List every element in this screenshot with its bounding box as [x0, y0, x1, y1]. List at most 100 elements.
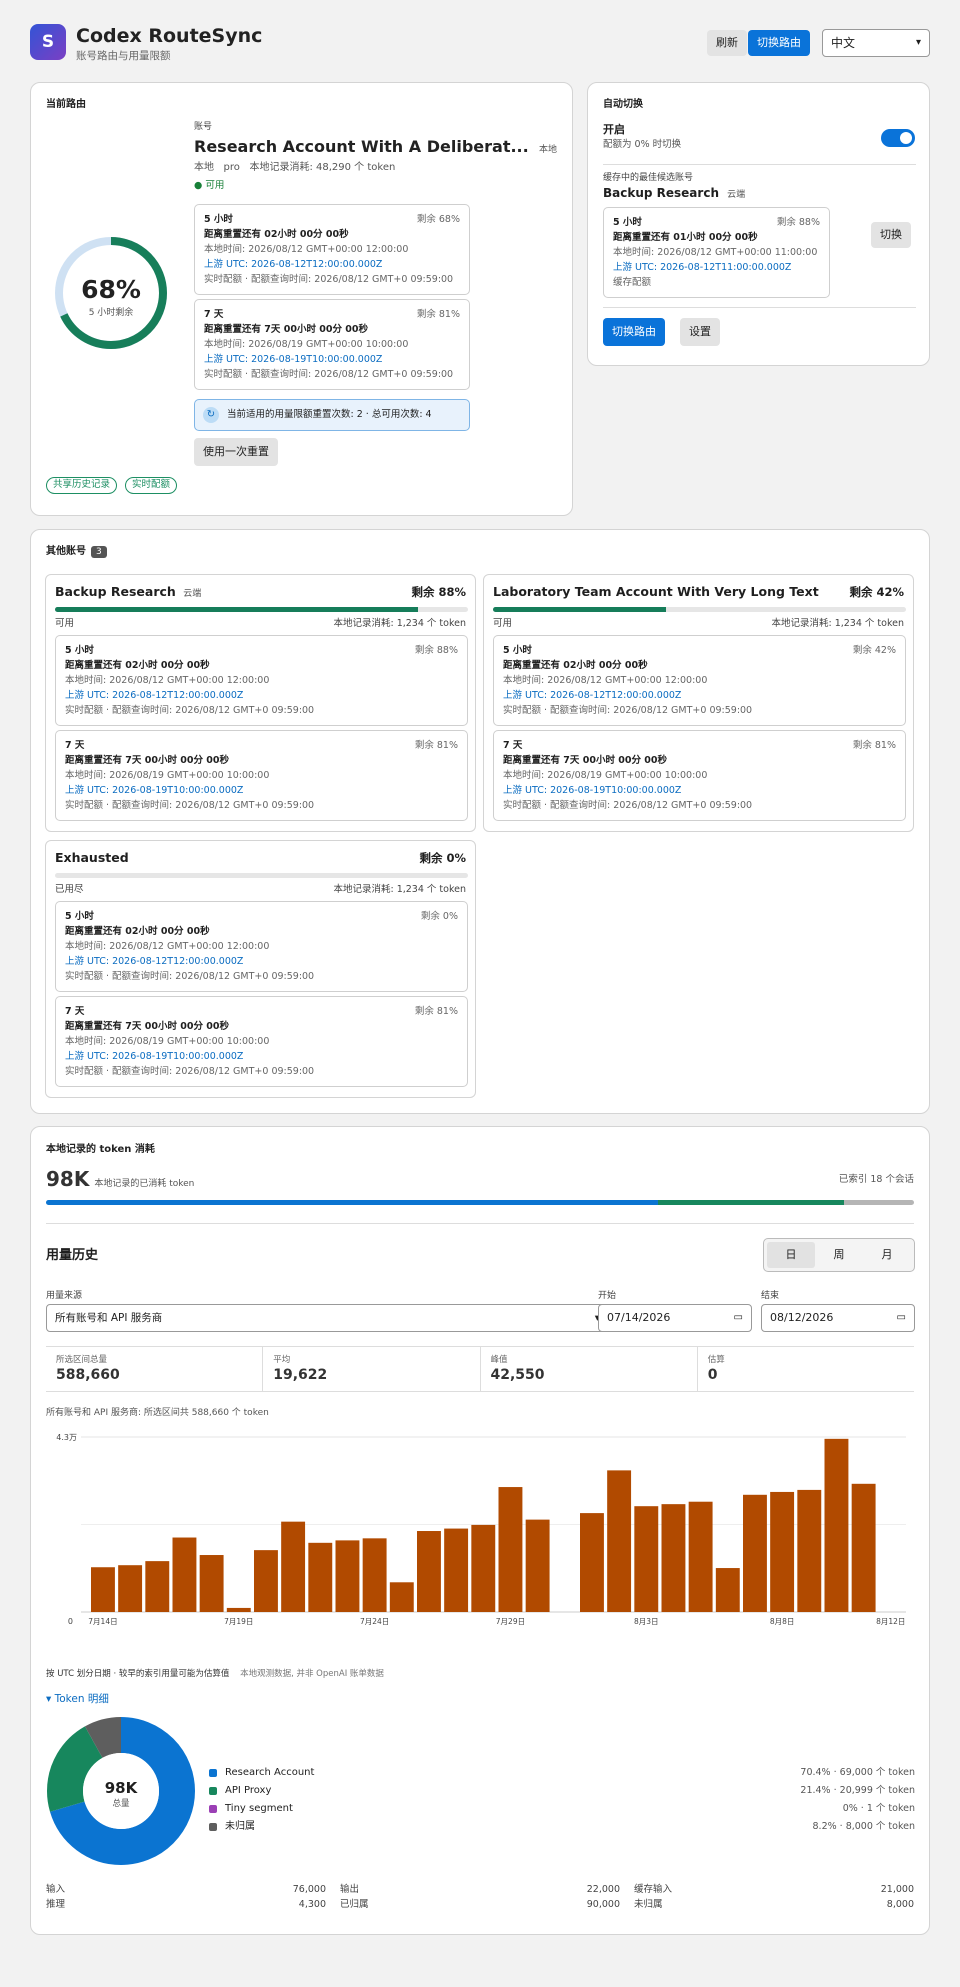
- window-name: 7 天: [503, 740, 523, 751]
- window-remaining: 剩余 81%: [416, 309, 460, 320]
- divider: [603, 164, 916, 165]
- auto-switch-toggle[interactable]: [881, 129, 915, 147]
- source-select[interactable]: 所有账号和 API 服务商 ▾: [46, 1304, 609, 1332]
- x-tick-label: 7月14日: [88, 1617, 117, 1626]
- account-progress: [55, 607, 468, 612]
- stat-value: 19,622: [273, 1367, 328, 1384]
- chart-bar: [91, 1567, 115, 1612]
- account-window-5h: 5 小时 剩余 88% 距离重置还有 02小时 00分 00秒 本地时间: 202…: [55, 635, 468, 726]
- divider: [603, 307, 916, 308]
- legend-name: Tiny segment: [225, 1803, 293, 1815]
- stat-value: 588,660: [56, 1367, 120, 1384]
- stat-average: 平均 19,622: [263, 1346, 481, 1392]
- chart-bar: [525, 1519, 550, 1612]
- source-value: 所有账号和 API 服务商: [55, 1311, 163, 1324]
- best-candidate-name: Backup Research 云端: [603, 185, 745, 201]
- token-breakdown-toggle[interactable]: ▾ Token 明细: [46, 1692, 109, 1706]
- window-query-time: 缓存配额: [613, 277, 652, 288]
- period-week[interactable]: 周: [815, 1242, 863, 1268]
- current-account-name: Research Account With A Deliberat...: [194, 137, 529, 156]
- y-tick-label: 0: [68, 1617, 73, 1626]
- x-tick-label: 8月8日: [770, 1617, 795, 1626]
- period-segmented-control: 日 周 月: [763, 1238, 915, 1272]
- window-reset: 距离重置还有 7天 00小时 00分 00秒: [503, 755, 668, 766]
- chart-bar: [471, 1524, 496, 1612]
- start-date-input[interactable]: 07/14/2026 ▭: [598, 1304, 752, 1332]
- total-key: 未归属: [634, 1899, 663, 1910]
- window-upstream-time: 上游 UTC: 2026-08-12T12:00:00.000Z: [503, 690, 682, 701]
- account-loc: 云端: [183, 589, 202, 599]
- switch-route-button[interactable]: 切换路由: [748, 30, 810, 56]
- total-value: 90,000: [586, 1899, 620, 1910]
- window-upstream-time: 上游 UTC: 2026-08-12T12:00:00.000Z: [204, 259, 383, 270]
- language-select[interactable]: 中文 ▾: [822, 29, 930, 57]
- total-key: 已归属: [340, 1899, 369, 1910]
- window-local-time: 本地时间: 2026/08/19 GMT+00:00 10:00:00: [204, 339, 409, 350]
- current-account-location: 本地: [539, 145, 558, 155]
- window-name: 5 小时: [65, 911, 94, 922]
- refresh-button[interactable]: 刷新: [707, 30, 747, 56]
- reset-notice-text: 当前适用的用量限额重置次数: 2 · 总可用次数: 4: [227, 408, 432, 420]
- auto-switch-route-button[interactable]: 切换路由: [603, 318, 665, 346]
- window-upstream-time: 上游 UTC: 2026-08-12T11:00:00.000Z: [613, 262, 792, 273]
- account-card[interactable]: Laboratory Team Account With Very Long T…: [483, 574, 914, 832]
- legend-item: Tiny segment 0% · 1 个 token: [209, 1800, 915, 1818]
- account-progress: [55, 873, 468, 878]
- legend-swatch: [209, 1823, 217, 1831]
- end-date-input[interactable]: 08/12/2026 ▭: [761, 1304, 915, 1332]
- stat-peak: 峰值 42,550: [480, 1346, 698, 1392]
- window-local-time: 本地时间: 2026/08/12 GMT+00:00 12:00:00: [204, 244, 409, 255]
- account-window-5h: 5 小时 剩余 0% 距离重置还有 02小时 00分 00秒 本地时间: 2026…: [55, 901, 468, 992]
- current-account-meta: 本地 pro 本地记录消耗: 48,290 个 token: [194, 161, 395, 175]
- chart-bar: [417, 1531, 441, 1612]
- account-status: 已用尽: [55, 884, 84, 895]
- other-accounts-count: 3: [91, 545, 107, 558]
- meta-local: 本地: [194, 162, 214, 173]
- legend-value: 70.4% · 69,000 个 token: [800, 1766, 915, 1778]
- window-local-time: 本地时间: 2026/08/19 GMT+00:00 10:00:00: [65, 770, 270, 781]
- total-key: 推理: [46, 1899, 66, 1910]
- mix-segment: [657, 1200, 844, 1205]
- switch-candidate-button[interactable]: 切换: [871, 222, 911, 248]
- auto-settings-button[interactable]: 设置: [680, 318, 720, 346]
- window-reset: 距离重置还有 02小时 00分 00秒: [204, 229, 349, 240]
- window-name: 7 天: [204, 309, 224, 320]
- account-card[interactable]: Exhausted 剩余 0% 已用尽 本地记录消耗: 1,234 个 toke…: [45, 840, 476, 1098]
- other-accounts-title: 其他账号: [46, 546, 86, 557]
- chart-bar: [335, 1540, 360, 1612]
- stat-value: 0: [707, 1367, 718, 1384]
- token-totals: 输入 76,000 推理 4,300 输出 22,000 已归属 90,000 缓存输入…: [46, 1882, 914, 1912]
- end-date-value: 08/12/2026: [770, 1310, 834, 1324]
- other-accounts-header: 其他账号 3: [46, 545, 107, 559]
- window-reset: 距离重置还有 7天 00小时 00分 00秒: [65, 755, 230, 766]
- use-reset-button[interactable]: 使用一次重置: [194, 438, 278, 466]
- chip-shared-history: 共享历史记录: [46, 477, 118, 494]
- account-title: Laboratory Team Account With Very Long T…: [493, 584, 819, 599]
- chart-bar: [743, 1494, 767, 1612]
- token-legend: Research Account 70.4% · 69,000 个 token …: [209, 1764, 915, 1836]
- legend-item: API Proxy 21.4% · 20,999 个 token: [209, 1782, 915, 1800]
- account-name: Backup Research 云端: [55, 584, 201, 601]
- chart-bar: [145, 1561, 170, 1612]
- window-query-time: 实时配额 · 配额查询时间: 2026/08/12 GMT+0 09:59:00: [65, 800, 315, 811]
- usage-bar-chart: 0 4.3万 7月14日 7月19日 7月24日 7月29日 8月3日 8月8日 8月12日: [56, 1433, 906, 1626]
- source-label: 用量来源: [46, 1291, 83, 1301]
- chart-bar: [580, 1513, 604, 1612]
- stat-label: 估算: [707, 1355, 725, 1365]
- legend-name: API Proxy: [225, 1785, 272, 1797]
- chart-bar: [851, 1483, 876, 1612]
- period-day[interactable]: 日: [767, 1242, 815, 1268]
- x-tick-label: 8月12日: [876, 1617, 905, 1626]
- account-remaining: 剩余 0%: [419, 851, 466, 865]
- total-value: 76,000: [292, 1884, 326, 1895]
- account-card[interactable]: Backup Research 云端 剩余 88% 可用 本地记录消耗: 1,2…: [45, 574, 476, 832]
- window-local-time: 本地时间: 2026/08/19 GMT+00:00 10:00:00: [503, 770, 708, 781]
- window-reset: 距离重置还有 02小时 00分 00秒: [503, 660, 648, 671]
- period-month[interactable]: 月: [863, 1242, 911, 1268]
- legend-item: Research Account 70.4% · 69,000 个 token: [209, 1764, 915, 1782]
- account-status: 可用: [55, 618, 75, 629]
- status-text: 可用: [205, 180, 225, 191]
- reset-notice: ↻ 当前适用的用量限额重置次数: 2 · 总可用次数: 4: [194, 399, 470, 431]
- chart-bar: [498, 1487, 523, 1612]
- total-row: 推理 4,300: [46, 1897, 326, 1912]
